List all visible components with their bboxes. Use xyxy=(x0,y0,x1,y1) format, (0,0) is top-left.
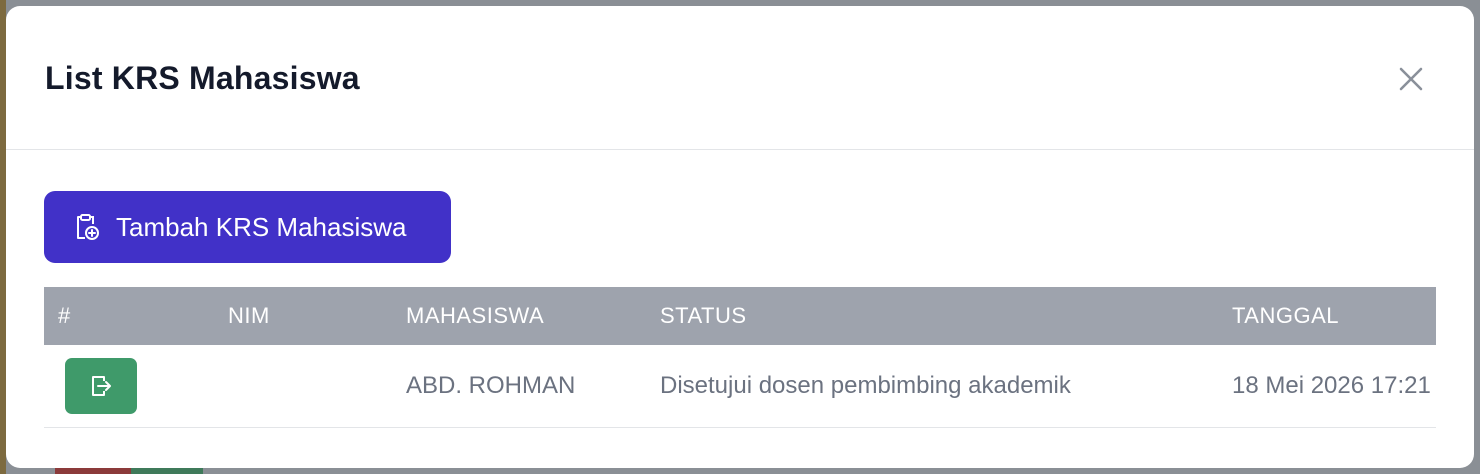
clipboard-plus-icon xyxy=(74,213,102,241)
add-krs-button[interactable]: Tambah KRS Mahasiswa xyxy=(44,191,451,263)
backdrop-fragment xyxy=(131,468,203,474)
close-icon xyxy=(1399,67,1423,91)
export-icon xyxy=(92,376,111,396)
tanggal-cell: 18 Mei 2026 17:21 xyxy=(1218,345,1436,428)
column-header-nim: NIM xyxy=(228,303,270,328)
krs-table: # NIM MAHASISWA STATUS TANGGAL ABD. ROHM… xyxy=(44,287,1436,428)
close-button[interactable] xyxy=(1394,62,1428,96)
action-cell xyxy=(44,345,214,428)
export-krs-button[interactable] xyxy=(65,358,137,414)
add-krs-label: Tambah KRS Mahasiswa xyxy=(116,211,407,242)
modal-title: List KRS Mahasiswa xyxy=(45,60,360,96)
modal-header: List KRS Mahasiswa xyxy=(6,6,1474,150)
table-row: ABD. ROHMAN Disetujui dosen pembimbing a… xyxy=(44,345,1436,428)
table-header-row: # NIM MAHASISWA STATUS TANGGAL xyxy=(44,287,1436,345)
column-header-mahasiswa: MAHASISWA xyxy=(406,303,545,328)
nim-cell xyxy=(214,345,392,428)
column-header-hash: # xyxy=(58,303,71,328)
column-header-tanggal: TANGGAL xyxy=(1232,303,1340,328)
backdrop-fragment xyxy=(55,468,131,474)
krs-modal: List KRS Mahasiswa Tambah KRS Mahasiswa xyxy=(6,6,1474,468)
mahasiswa-cell: ABD. ROHMAN xyxy=(392,345,646,428)
status-cell: Disetujui dosen pembimbing akademik xyxy=(646,345,1218,428)
column-header-status: STATUS xyxy=(660,303,747,328)
